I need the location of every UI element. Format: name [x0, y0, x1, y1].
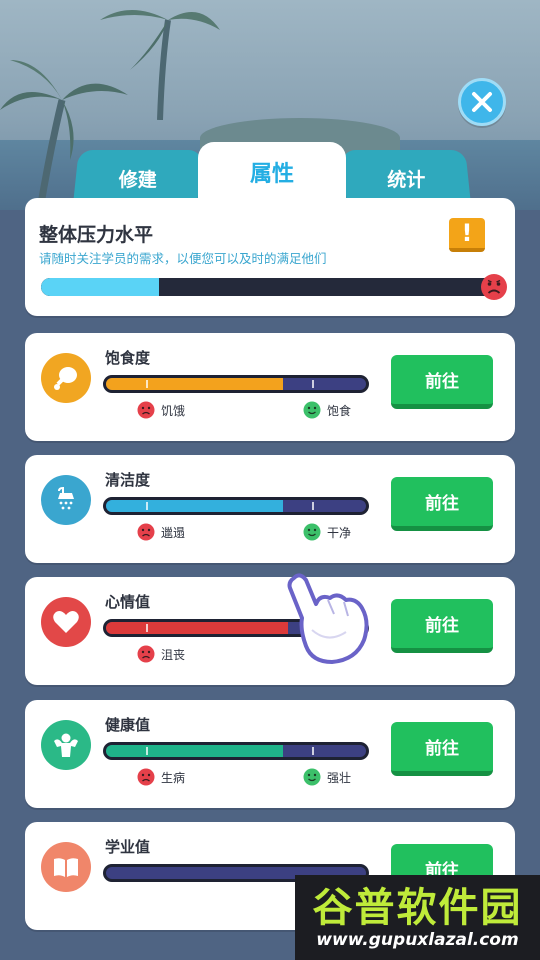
bar-tick — [146, 380, 148, 388]
muscle-icon — [41, 720, 91, 770]
sad-face-icon — [137, 401, 155, 419]
attribute-name: 健康值 — [105, 716, 151, 734]
attribute-card-health: 健康值 生病 强壮 前往 — [25, 700, 515, 808]
exclamation-icon[interactable]: ! — [449, 218, 485, 252]
tutorial-hand-pointer-icon — [287, 573, 369, 664]
tab-build-label: 修建 — [118, 168, 157, 191]
book-icon — [41, 842, 91, 892]
shower-icon — [41, 475, 91, 525]
tab-attributes[interactable]: 属性 — [198, 142, 346, 202]
low-state-label: 邋遢 — [137, 523, 185, 541]
attribute-bar — [103, 375, 369, 393]
attribute-name: 饱食度 — [105, 349, 151, 367]
attribute-name: 心情值 — [105, 593, 151, 611]
heart-icon — [41, 597, 91, 647]
high-state-text: 强壮 — [327, 770, 352, 785]
sad-face-icon — [137, 645, 155, 663]
attribute-bar-fill — [106, 500, 283, 512]
happy-face-icon — [303, 401, 321, 419]
go-button-mood[interactable]: 前往 — [391, 599, 493, 653]
watermark: 谷普软件园 www.gupuxlazal.com — [295, 875, 540, 960]
attribute-card-cleanliness: 清洁度 邋遢 干净 前往 — [25, 455, 515, 563]
tab-stats-label: 统计 — [387, 168, 426, 191]
attribute-card-mood: 心情值 沮丧 前往 — [25, 577, 515, 685]
attribute-name: 学业值 — [105, 838, 151, 856]
low-state-label: 沮丧 — [137, 645, 185, 663]
low-state-text: 生病 — [161, 770, 186, 785]
high-state-label: 强壮 — [303, 768, 351, 786]
attribute-card-satiety: 饱食度 饥饿 饱食 前往 — [25, 333, 515, 441]
happy-face-icon — [303, 523, 321, 541]
bar-tick — [146, 624, 148, 632]
close-icon — [472, 92, 492, 112]
attribute-bar — [103, 497, 369, 515]
high-state-text: 饱食 — [327, 403, 352, 418]
tab-attributes-label: 属性 — [249, 162, 294, 187]
happy-face-icon — [303, 768, 321, 786]
bar-tick — [146, 747, 148, 755]
low-state-text: 饥饿 — [161, 403, 186, 418]
stress-subtitle: 请随时关注学员的需求，以便您可以及时的满足他们 — [39, 251, 327, 266]
sad-face-icon — [481, 274, 507, 300]
tab-bar: 修建 统计 属性 — [73, 142, 471, 202]
tab-stats[interactable]: 统计 — [341, 150, 471, 202]
stress-bar-fill — [41, 278, 159, 296]
sad-face-icon — [137, 523, 155, 541]
attribute-bar — [103, 742, 369, 760]
low-state-label: 生病 — [137, 768, 185, 786]
watermark-url: www.gupuxlazal.com — [316, 929, 519, 950]
bar-tick — [312, 502, 314, 510]
sad-face-icon — [137, 768, 155, 786]
high-state-text: 干净 — [327, 525, 352, 540]
low-state-text: 沮丧 — [161, 647, 186, 662]
overall-stress-card: 整体压力水平 请随时关注学员的需求，以便您可以及时的满足他们 ! — [25, 198, 515, 316]
go-button-health[interactable]: 前往 — [391, 722, 493, 776]
high-state-label: 干净 — [303, 523, 351, 541]
high-state-label: 饱食 — [303, 401, 351, 419]
attribute-name: 清洁度 — [105, 471, 151, 489]
bar-tick — [312, 380, 314, 388]
attribute-bar-fill — [106, 378, 283, 390]
stress-title: 整体压力水平 — [39, 224, 154, 246]
low-state-text: 邋遢 — [161, 525, 186, 540]
palm-tree-right — [100, 10, 220, 120]
go-button-cleanliness[interactable]: 前往 — [391, 477, 493, 531]
watermark-title: 谷普软件园 — [312, 884, 523, 931]
bar-tick — [312, 747, 314, 755]
low-state-label: 饥饿 — [137, 401, 185, 419]
attribute-bar-fill — [106, 745, 283, 757]
close-button[interactable] — [458, 78, 506, 126]
bar-tick — [146, 502, 148, 510]
attribute-bar-fill — [106, 622, 288, 634]
stress-bar — [41, 278, 493, 296]
go-button-satiety[interactable]: 前往 — [391, 355, 493, 409]
tab-build[interactable]: 修建 — [73, 150, 203, 202]
drumstick-icon — [41, 353, 91, 403]
